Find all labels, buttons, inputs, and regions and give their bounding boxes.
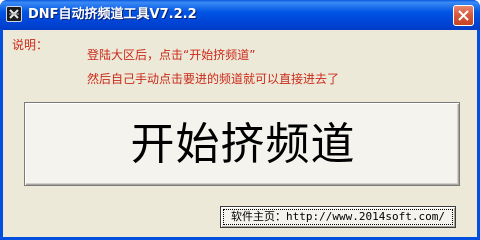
- app-icon[interactable]: [6, 6, 22, 22]
- notes-line-2: 然后自己手动点击要进的频道就可以直接进去了: [87, 72, 340, 86]
- notes-label: 说明：: [12, 38, 49, 52]
- window-title: DNF自动挤频道工具V7.2.2: [28, 7, 197, 22]
- title-bar[interactable]: DNF自动挤频道工具V7.2.2: [0, 0, 480, 30]
- app-window: DNF自动挤频道工具V7.2.2 说明： 登陆大区后，点击“开始挤频道” 然后自…: [0, 0, 480, 240]
- start-button[interactable]: 开始挤频道: [24, 102, 460, 186]
- homepage-link-button[interactable]: 软件主页：http://www.2014soft.com/: [220, 206, 456, 228]
- notes-line-1: 登陆大区后，点击“开始挤频道”: [87, 48, 256, 62]
- close-button[interactable]: [453, 5, 474, 26]
- start-button-label: 开始挤频道: [130, 119, 356, 170]
- close-icon: [458, 10, 469, 21]
- homepage-link-label: 软件主页：http://www.2014soft.com/: [231, 210, 445, 223]
